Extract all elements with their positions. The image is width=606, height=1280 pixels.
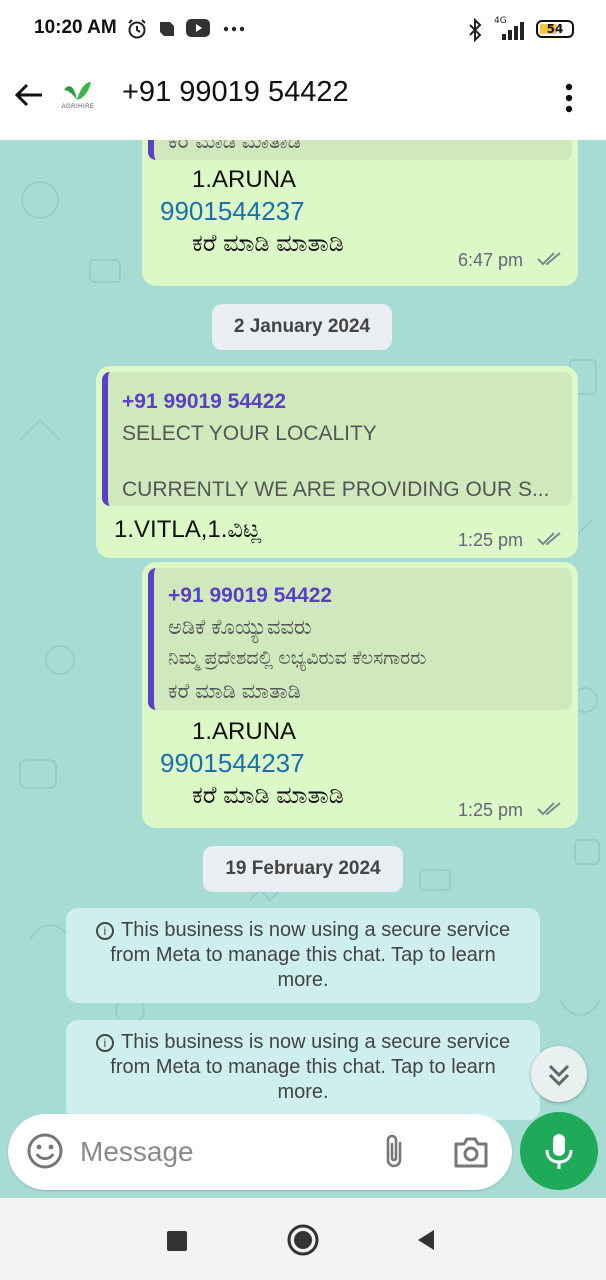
back-nav-icon[interactable] — [414, 1228, 438, 1252]
chevron-double-down-icon — [548, 1064, 570, 1087]
home-icon[interactable] — [287, 1224, 319, 1256]
info-icon: i — [95, 922, 114, 940]
message-time: 1:25 pm — [458, 530, 524, 550]
logo-text: AGRIHIRE — [61, 104, 95, 110]
message-text: 1.ARUNA — [192, 718, 297, 745]
quoted-sender: +91 99019 54422 — [168, 584, 333, 607]
quoted-text: ನಿಮ್ಮ ಪ್ರದೇಶದಲ್ಲಿ ಲಭ್ಯವಿರುವ ಕೆಲಸಗಾರರು — [168, 648, 427, 669]
back-arrow-icon[interactable] — [12, 78, 46, 112]
emoji-icon[interactable] — [26, 1132, 64, 1170]
status-bar: 10:20 AM 4G 54 — [0, 0, 606, 58]
info-icon: i — [95, 1034, 114, 1052]
double-check-icon — [537, 532, 561, 546]
quoted-text: SELECT YOUR LOCALITY — [122, 422, 377, 445]
status-time: 10:20 AM — [34, 17, 117, 38]
double-check-icon — [537, 802, 561, 816]
more-options-icon[interactable] — [556, 78, 582, 118]
alarm-icon — [128, 19, 146, 39]
system-navigation-bar — [0, 1198, 606, 1280]
date-separator: 19 February 2024 — [203, 846, 403, 892]
chat-area[interactable]: ಕರೆ ಮಾಡಿ ಮಾತಾಡಿ 1.ARUNA 9901544237 ಕರೆ ಮ… — [0, 140, 606, 1198]
system-notice-text: This business is now using a secure serv… — [110, 1031, 511, 1103]
message-bubble[interactable]: ಕರೆ ಮಾಡಿ ಮಾತಾಡಿ 1.ARUNA 9901544237 ಕರೆ ಮ… — [142, 140, 578, 286]
double-check-icon — [537, 252, 561, 266]
quoted-message[interactable]: +91 99019 54422 SELECT YOUR LOCALITY CUR… — [102, 372, 572, 506]
message-input[interactable] — [80, 1132, 370, 1172]
notification-icon — [160, 22, 174, 36]
message-bubble[interactable]: +91 99019 54422 SELECT YOUR LOCALITY CUR… — [96, 366, 578, 558]
quoted-text: ಕರೆ ಮಾಡಿ ಮಾತಾಡಿ — [168, 680, 301, 703]
message-text: ಕರೆ ಮಾಡಿ ಮಾತಾಡಿ — [192, 782, 344, 809]
system-notice[interactable]: i This business is now using a secure se… — [66, 908, 540, 1003]
contact-avatar[interactable]: AGRIHIRE — [56, 76, 100, 116]
battery-icon: 54 — [536, 20, 574, 38]
leaf-logo-icon — [64, 82, 91, 100]
contact-name[interactable]: +91 99019 54422 — [122, 76, 349, 109]
quoted-text: CURRENTLY WE ARE PROVIDING OUR S... — [122, 478, 550, 501]
quoted-message[interactable]: ಕರೆ ಮಾಡಿ ಮಾತಾಡಿ — [148, 140, 572, 160]
date-separator: 2 January 2024 — [212, 304, 392, 350]
more-icon — [223, 26, 245, 32]
microphone-icon — [545, 1134, 573, 1169]
quoted-text: ಕರೆ ಮಾಡಿ ಮಾತಾಡಿ — [168, 140, 301, 153]
scroll-to-bottom-button[interactable] — [531, 1046, 587, 1102]
quoted-message[interactable]: +91 99019 54422 ಅಡಿಕೆ ಕೊಯ್ಯುವವರು ನಿಮ್ಮ ಪ… — [148, 568, 572, 710]
phone-link[interactable]: 9901544237 — [160, 748, 305, 779]
quoted-text: ಅಡಿಕೆ ಕೊಯ್ಯುವವರು — [168, 616, 312, 639]
bluetooth-icon — [469, 18, 482, 42]
quoted-sender: +91 99019 54422 — [122, 390, 287, 413]
chat-header: AGRIHIRE +91 99019 54422 — [0, 58, 606, 140]
message-bubble[interactable]: +91 99019 54422 ಅಡಿಕೆ ಕೊಯ್ಯುವವರು ನಿಮ್ಮ ಪ… — [142, 562, 578, 828]
system-notice[interactable]: i This business is now using a secure se… — [66, 1020, 540, 1120]
phone-link[interactable]: 9901544237 — [160, 196, 305, 227]
voice-record-button[interactable] — [520, 1112, 598, 1190]
system-notice-text: This business is now using a secure serv… — [110, 919, 511, 991]
message-composer — [8, 1114, 512, 1190]
message-time: 1:25 pm — [458, 800, 524, 820]
youtube-icon — [186, 19, 210, 37]
recents-icon[interactable] — [166, 1230, 188, 1252]
signal-icon: 4G — [494, 16, 528, 40]
attach-icon[interactable] — [380, 1132, 410, 1172]
message-text: 1.VITLA,1.ವಿಟ್ಲ — [114, 516, 262, 543]
message-text: 1.ARUNA — [192, 166, 297, 193]
message-time: 6:47 pm — [458, 250, 524, 270]
message-text: ಕರೆ ಮಾಡಿ ಮಾತಾಡಿ — [192, 230, 344, 257]
camera-icon[interactable] — [452, 1134, 490, 1170]
